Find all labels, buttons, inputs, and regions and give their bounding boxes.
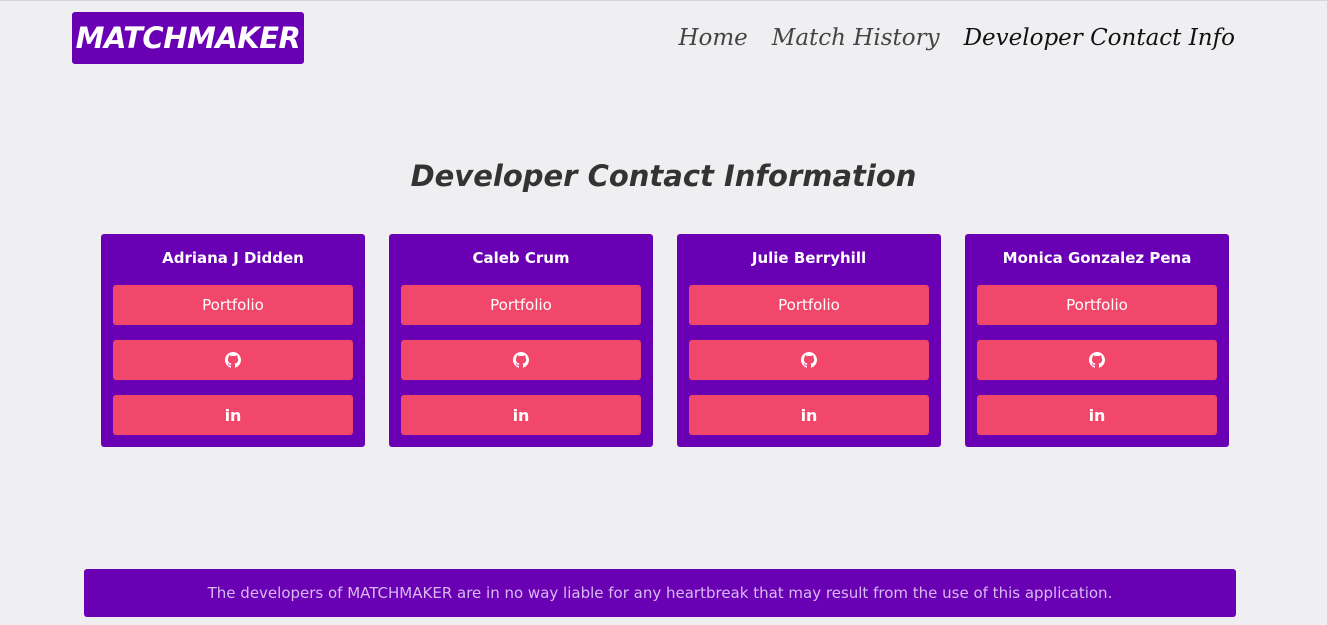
linkedin-button[interactable]: in bbox=[689, 395, 929, 435]
portfolio-button[interactable]: Portfolio bbox=[401, 285, 641, 325]
developer-name: Monica Gonzalez Pena bbox=[1002, 249, 1192, 267]
github-icon bbox=[1089, 352, 1105, 368]
linkedin-icon: in bbox=[512, 405, 530, 425]
github-button[interactable] bbox=[689, 340, 929, 380]
nav-developer-contact-info[interactable]: Developer Contact Info bbox=[964, 21, 1235, 55]
developer-card: Adriana J Didden Portfolio in bbox=[101, 234, 365, 447]
nav-home[interactable]: Home bbox=[678, 21, 747, 55]
github-button[interactable] bbox=[977, 340, 1217, 380]
portfolio-button[interactable]: Portfolio bbox=[113, 285, 353, 325]
developer-name: Julie Berryhill bbox=[751, 249, 867, 267]
logo[interactable]: MATCHMAKER bbox=[72, 12, 304, 64]
developer-name: Adriana J Didden bbox=[162, 249, 304, 267]
portfolio-button[interactable]: Portfolio bbox=[977, 285, 1217, 325]
linkedin-button[interactable]: in bbox=[401, 395, 641, 435]
linkedin-icon: in bbox=[800, 405, 818, 425]
developer-card: Caleb Crum Portfolio in bbox=[389, 234, 653, 447]
page-title: Developer Contact Information bbox=[410, 159, 917, 193]
linkedin-button[interactable]: in bbox=[977, 395, 1217, 435]
github-icon bbox=[513, 352, 529, 368]
developer-card: Julie Berryhill Portfolio in bbox=[677, 234, 941, 447]
developer-cards: Adriana J Didden Portfolio in Caleb Crum… bbox=[101, 234, 1229, 447]
disclaimer-footer: The developers of MATCHMAKER are in no w… bbox=[84, 569, 1236, 617]
linkedin-icon: in bbox=[1088, 405, 1106, 425]
disclaimer-text: The developers of MATCHMAKER are in no w… bbox=[207, 584, 1113, 602]
developer-card: Monica Gonzalez Pena Portfolio in bbox=[965, 234, 1229, 447]
nav-match-history[interactable]: Match History bbox=[772, 21, 940, 55]
portfolio-button[interactable]: Portfolio bbox=[689, 285, 929, 325]
main-nav: Home Match History Developer Contact Inf… bbox=[678, 21, 1235, 55]
github-icon bbox=[225, 352, 241, 368]
linkedin-icon: in bbox=[224, 405, 242, 425]
github-icon bbox=[801, 352, 817, 368]
developer-name: Caleb Crum bbox=[472, 249, 570, 267]
github-button[interactable] bbox=[113, 340, 353, 380]
github-button[interactable] bbox=[401, 340, 641, 380]
linkedin-button[interactable]: in bbox=[113, 395, 353, 435]
